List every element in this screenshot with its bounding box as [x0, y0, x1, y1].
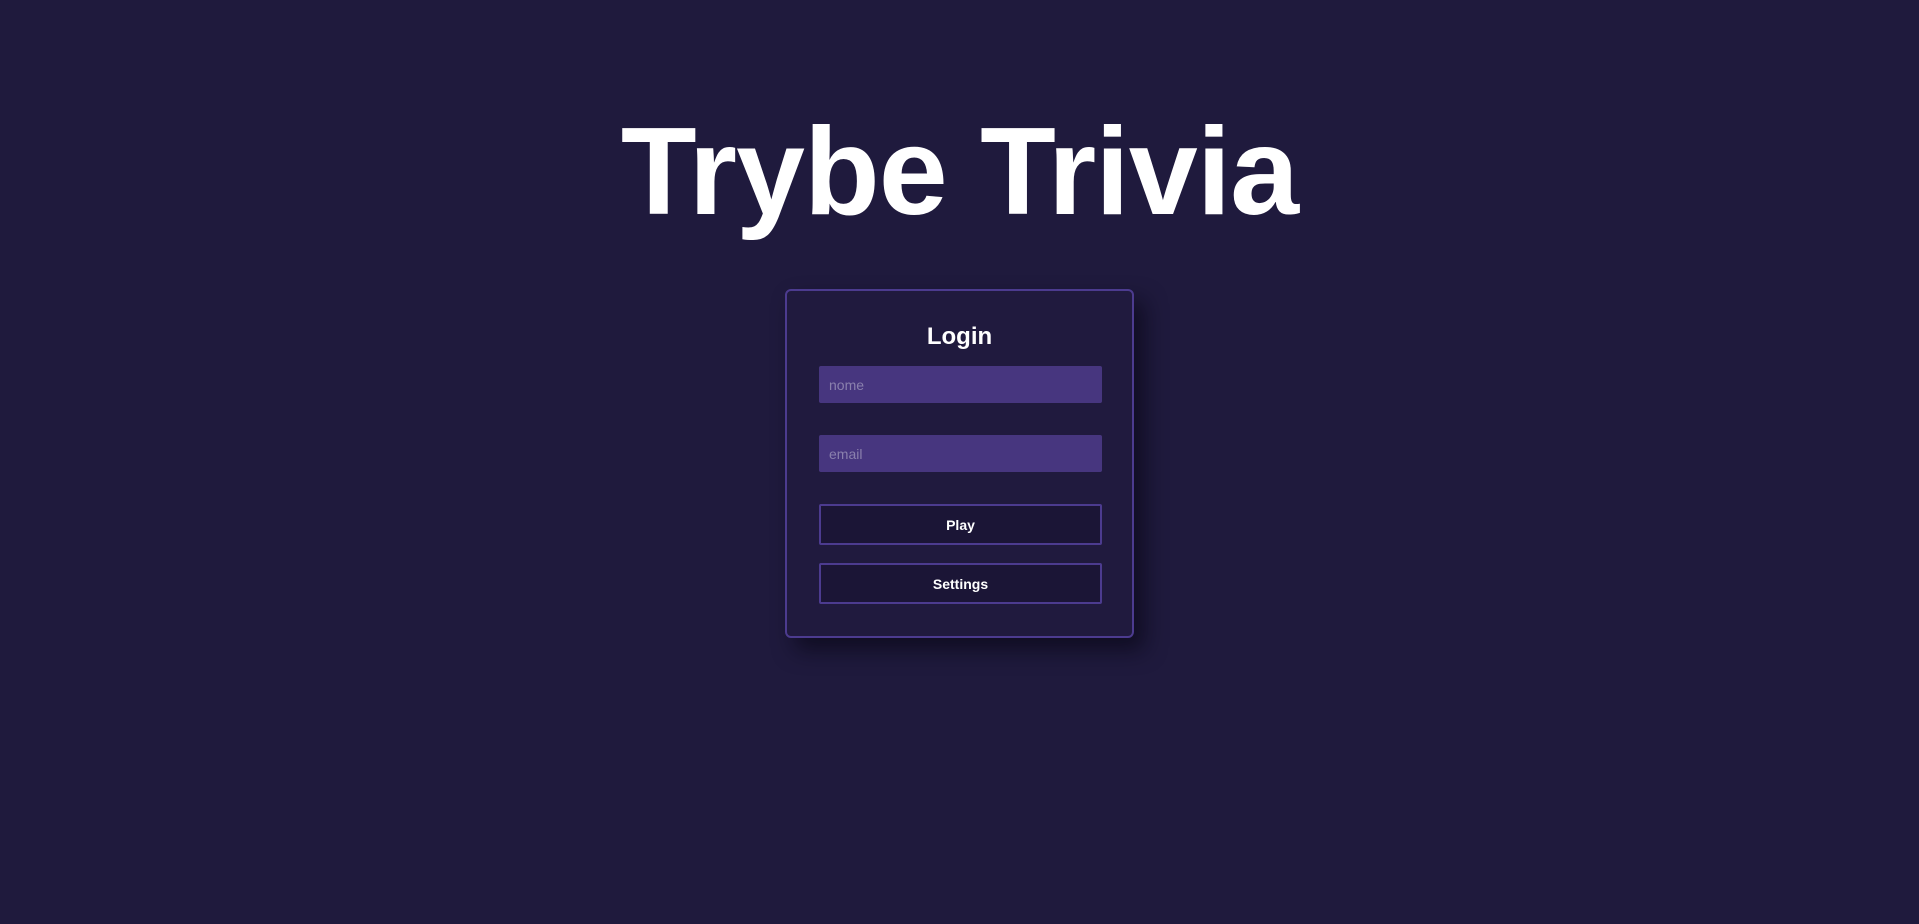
email-input[interactable]	[819, 435, 1102, 472]
login-heading: Login	[926, 323, 993, 350]
settings-button[interactable]: Settings	[819, 563, 1102, 604]
login-form: Login Play Settings	[785, 289, 1134, 638]
name-input[interactable]	[819, 366, 1102, 403]
app-title: Trybe Trivia	[620, 103, 1299, 241]
play-button[interactable]: Play	[819, 504, 1102, 545]
